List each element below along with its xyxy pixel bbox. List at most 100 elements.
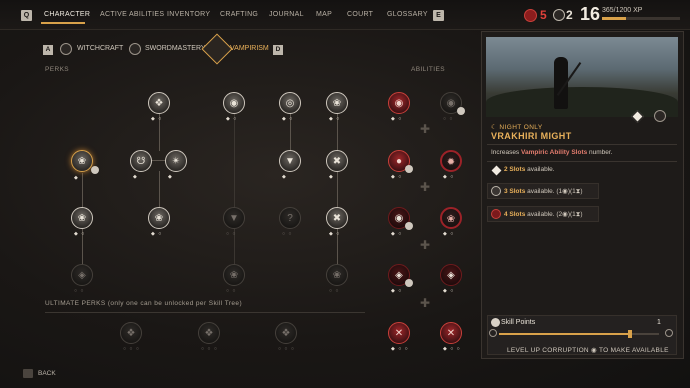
perk-artwork (486, 37, 678, 117)
perk-node[interactable]: ◎ (279, 92, 301, 114)
perk-node[interactable]: ❀ (71, 207, 93, 229)
skill-point-icon (491, 318, 500, 327)
drop-icon: ❀ (77, 213, 87, 224)
ability-pips: ◆ ○ (443, 174, 455, 180)
perk-pips: ○ ○ (329, 288, 340, 294)
drop-icon: ❀ (332, 270, 342, 281)
abilities-label: ABILITIES (411, 66, 445, 73)
perk-pips: ○ ○ ○ (201, 346, 218, 352)
nav-right-key[interactable]: E (433, 10, 444, 21)
ability-pips: ◆ ○ (443, 288, 455, 294)
perk-pips: ◆ (168, 174, 173, 180)
perk-node-locked[interactable]: ? (279, 207, 301, 229)
devotion-value: 2 (566, 8, 573, 22)
tree-tab-vampirism[interactable]: VAMPIRISM (230, 45, 269, 52)
claw-icon: ✖ (332, 213, 342, 224)
mouth-icon: ◉ (229, 98, 239, 109)
skull-icon (457, 107, 465, 115)
connector-cross: ✚ (420, 180, 431, 194)
ability-pips: ◆ ○ (443, 231, 455, 237)
tab-active-abilities[interactable]: ACTIVE ABILITIES (100, 11, 164, 18)
skull-icon (91, 166, 99, 174)
claw-icon: ✖ (332, 156, 342, 167)
perk-node-locked[interactable]: ▼ (223, 207, 245, 229)
tab-glossary[interactable]: GLOSSARY (387, 11, 428, 18)
perk-node-selected[interactable]: ❀ (71, 150, 93, 172)
perks-label: PERKS (45, 66, 70, 73)
perk-pips: ◆ (133, 174, 138, 180)
perk-node[interactable]: ✖ (326, 207, 348, 229)
wolf-icon: ❀ (446, 214, 456, 225)
corruption-marker (628, 330, 633, 338)
perk-node[interactable]: ▼ (279, 150, 301, 172)
perk-pips: ○ ○ (226, 231, 237, 237)
perk-description: Increases Vampiric Ability Slots number. (491, 149, 613, 156)
slot-count: 4 Slots (504, 211, 526, 218)
tree-line (159, 171, 160, 208)
skill-points-count: 1 (657, 319, 661, 326)
perk-pips: ◆ ○ (151, 231, 163, 237)
fang-icon (491, 186, 501, 196)
ability-node[interactable]: ◈ (440, 264, 462, 286)
ultimate-perk-node[interactable]: ❖ (198, 322, 220, 344)
tab-court[interactable]: COURT (347, 11, 373, 18)
perk-node[interactable]: ✴ (165, 150, 187, 172)
tree-tab-swordmastery[interactable]: SWORDMASTERY (145, 45, 206, 52)
corruption-end-icon (665, 329, 673, 337)
perk-node-locked[interactable]: ❀ (223, 264, 245, 286)
bat-icon: ▼ (285, 156, 295, 167)
ability-pips: ◆ ○ (391, 174, 403, 180)
perk-pips: ◆ ○ (282, 116, 294, 122)
corruption-bar (499, 333, 659, 335)
tab-journal[interactable]: JOURNAL (269, 11, 304, 18)
tree-right-key[interactable]: D (273, 45, 283, 55)
perk-pips: ○ ○ (226, 288, 237, 294)
active-tab-underline (41, 22, 85, 24)
perk-node[interactable]: ❀ (148, 207, 170, 229)
tab-inventory[interactable]: INVENTORY (167, 11, 210, 18)
perk-node[interactable]: ❀ (326, 92, 348, 114)
ability-node[interactable]: ✕ (388, 322, 410, 344)
perk-pips: ◆ (282, 174, 287, 180)
ability-pips: ◆ ○ ○ (443, 346, 461, 352)
perk-pips: ◆ ○ (329, 116, 341, 122)
corruption-bar-fill (499, 333, 631, 335)
night-only-tag: ☾ NIGHT ONLY (491, 124, 543, 131)
tree-left-key[interactable]: A (43, 45, 53, 55)
back-key-icon[interactable] (23, 369, 33, 378)
perk-pips: ◆ ○ (226, 116, 238, 122)
sigil-icon: ◈ (78, 270, 86, 281)
ultimate-perk-node[interactable]: ❖ (275, 322, 297, 344)
slot-rest: available. (525, 166, 555, 173)
ultimate-perk-node[interactable]: ❖ (120, 322, 142, 344)
burst-icon: ✴ (171, 156, 181, 167)
rune-icon: ◈ (447, 270, 455, 281)
ability-node[interactable]: ✕ (440, 322, 462, 344)
split-icon: ☋ (136, 156, 146, 167)
tab-crafting[interactable]: CRAFTING (220, 11, 258, 18)
ability-node[interactable]: ✹ (440, 150, 462, 172)
perk-node[interactable]: ✖ (326, 150, 348, 172)
health-value: 5 (540, 8, 547, 22)
perk-node-locked[interactable]: ❀ (326, 264, 348, 286)
slot-row-2: 3 Slots available. (1◉)(1⧗) (504, 187, 583, 196)
question-icon: ? (287, 213, 293, 224)
tab-character[interactable]: CHARACTER (44, 11, 90, 18)
character-level: 16 (580, 4, 601, 24)
perk-node[interactable]: ❖ (148, 92, 170, 114)
skill-points-hint: LEVEL UP CORRUPTION ◉ TO MAKE AVAILABLE (507, 347, 669, 354)
perk-node[interactable]: ☋ (130, 150, 152, 172)
perk-node[interactable]: ◉ (223, 92, 245, 114)
tree-tab-witchcraft[interactable]: WITCHCRAFT (77, 45, 123, 52)
blood-fang-icon (491, 209, 501, 219)
desc-text: Increases (491, 149, 521, 156)
nav-left-key[interactable]: Q (21, 10, 32, 21)
perk-pips: ◆ ○ (74, 231, 86, 237)
tab-map[interactable]: MAP (316, 11, 332, 18)
ability-node[interactable]: ❀ (440, 207, 462, 229)
perk-node-locked[interactable]: ◈ (71, 264, 93, 286)
ability-pips: ◆ ○ ○ (391, 346, 409, 352)
connector-cross: ✚ (420, 122, 431, 136)
ability-node[interactable]: ◉ (388, 92, 410, 114)
back-button[interactable]: BACK (38, 370, 56, 377)
